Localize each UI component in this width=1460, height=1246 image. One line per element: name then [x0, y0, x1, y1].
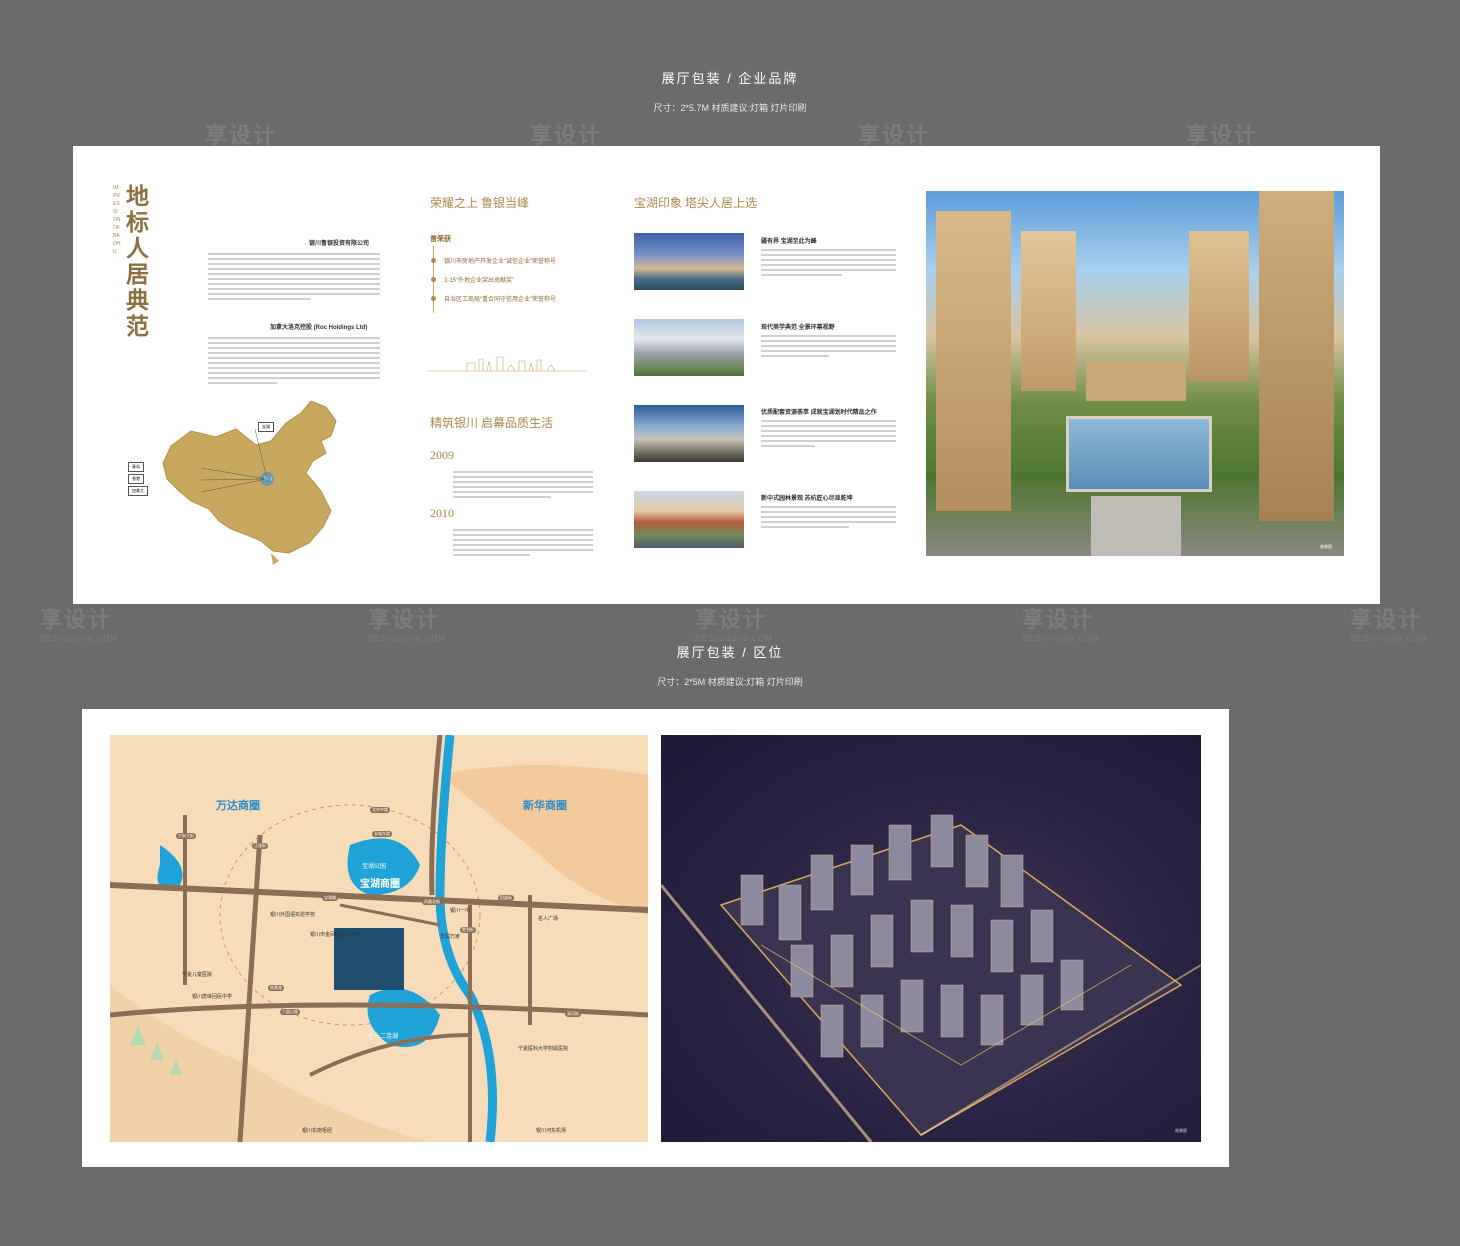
road-label: 民族街 — [498, 895, 514, 901]
impression-heading: 宝湖印象 塔尖人居上选 — [634, 196, 758, 210]
brand-board: 地标人居典范 IMPRESSION OF BAOHU 银川鲁银投资有限公司 加拿… — [73, 146, 1380, 604]
pool — [1066, 416, 1212, 492]
honor-heading: 荣耀之上 鲁银当峰 — [430, 196, 530, 210]
china-map — [162, 401, 337, 565]
section1-title: 展厅包装 / 企业品牌 — [661, 71, 799, 86]
poi-label: 宁夏医科大学附属医院 — [518, 1046, 569, 1052]
section1-spec: 尺寸：2*5.7M 材质建议:灯箱 灯片印刷 — [653, 103, 807, 113]
honor-item: 3·15“外地企业突出贡献奖” — [431, 275, 594, 284]
road-label: 凤凰北街 — [422, 899, 442, 905]
vertical-title: 地标人居典范 — [126, 184, 149, 339]
honor-sub: 曾荣获 — [430, 236, 451, 243]
lake-label: 七十二连湖 — [368, 1034, 399, 1040]
skyline-line-art — [427, 356, 587, 372]
year-2009-paragraph — [453, 468, 593, 501]
poi-label: 银川东南枢纽 — [302, 1128, 333, 1134]
aerial-canvas — [661, 814, 1201, 1142]
poi-label: 银川唐徕回民中学 — [192, 994, 233, 1000]
map-label: 加拿大 — [128, 486, 148, 496]
watermark: 享设计 DESIGN006.COM — [1350, 607, 1428, 643]
section2-header: 展厅包装 / 区位 尺寸：2*5M 材质建议:灯箱 灯片印刷 — [0, 642, 1460, 688]
feature-paragraph — [761, 417, 896, 450]
road-label: 长城东路 — [372, 831, 392, 837]
location-board: 万达商圈 新华商圈 宝湖商圈 宝湖公园 七十二连湖 北京中路 正源街 民族街 宁… — [82, 709, 1229, 1167]
section2-title: 展厅包装 / 区位 — [676, 645, 784, 660]
map-canvas — [110, 735, 648, 1142]
poi-label: 名人广场 — [538, 916, 559, 922]
company2-paragraph — [208, 334, 380, 387]
district-label: 万达商圈 — [216, 800, 260, 812]
feature-title: 疆有界 宝湖至此为峰 — [761, 239, 817, 245]
feature-photo-4 — [634, 491, 744, 548]
map-label: 青岛 — [128, 462, 144, 472]
render-caption: 效果图 — [1320, 544, 1332, 549]
location-map: 万达商圈 新华商圈 宝湖商圈 宝湖公园 七十二连湖 北京中路 正源街 民族街 宁… — [110, 735, 648, 1142]
building-left-2 — [1021, 231, 1076, 391]
park-label: 宝湖公园 — [362, 864, 387, 870]
company1-name: 银川鲁银投资有限公司 — [309, 241, 370, 247]
feature-photo-3 — [634, 405, 744, 462]
feature-title: 现代美学典范 全景环幕视野 — [761, 325, 835, 331]
vertical-en-title: IMPRESSION OF BAOHU — [113, 185, 121, 255]
feature-title: 优质配套资源荟萃 成就宝湖划时代精品之作 — [761, 410, 877, 416]
poi-label: 银川外国语实验学校 — [270, 912, 316, 918]
road-label: 南薰路 — [268, 985, 284, 991]
poi-label: 银川市金凤区第九小学 — [310, 932, 361, 938]
night-aerial-rendering: 效果图 — [661, 735, 1201, 1142]
district-label: 宝湖商圈 — [360, 879, 400, 890]
year-2010-paragraph — [453, 526, 593, 559]
poi-label: 宁夏儿童医院 — [182, 972, 213, 978]
building-left — [936, 211, 1011, 511]
poi-label: 银川河东机场 — [536, 1128, 567, 1134]
road-label: 六盘山路 — [280, 1009, 300, 1015]
feature-title: 新中式园林景观 苏杭匠心尽显乾坤 — [761, 496, 853, 502]
poi-label: 银川一中 — [450, 908, 471, 914]
poi-label: 华润万家 — [440, 934, 461, 940]
road-label: 宝湖路 — [322, 895, 338, 901]
road-label: 宁安大街 — [176, 833, 196, 839]
feature-paragraph — [761, 332, 896, 360]
watermark: 享设计 DESIGN006.COM — [695, 607, 773, 643]
render-caption: 效果图 — [1175, 1128, 1187, 1133]
honor-item: 银川市房地产开发企业“诚信企业”荣誉称号 — [431, 256, 594, 265]
map-label: 银川 — [264, 476, 272, 481]
honor-item: 自治区工商局“重合同守信用企业”荣誉称号 — [431, 294, 594, 303]
map-label: 宝湖 — [258, 422, 274, 432]
map-label: 香港 — [128, 474, 144, 484]
year-2009: 2009 — [430, 448, 454, 462]
watermark: 享设计 DESIGN006.COM — [1022, 607, 1100, 643]
watermark: 享设计 DESIGN006.COM — [40, 607, 118, 643]
road-label: 胜利街 — [460, 927, 476, 933]
plaza — [1091, 496, 1181, 556]
year-2010: 2010 — [430, 506, 454, 520]
honor-list: 银川市房地产开发企业“诚信企业”荣誉称号 3·15“外地企业突出贡献奖” 自治区… — [431, 246, 594, 313]
road-label: 清河街 — [565, 1011, 581, 1017]
section1-header: 展厅包装 / 企业品牌 尺寸：2*5.7M 材质建议:灯箱 灯片印刷 — [0, 68, 1460, 114]
main-rendering: 效果图 — [926, 191, 1344, 556]
feature-photo-1 — [634, 233, 744, 290]
feature-paragraph — [761, 246, 896, 279]
feature-photo-2 — [634, 319, 744, 376]
feature-paragraph — [761, 503, 896, 531]
district-label: 新华商圈 — [523, 800, 567, 812]
company1-paragraph — [208, 250, 380, 303]
section2-spec: 尺寸：2*5M 材质建议:灯箱 灯片印刷 — [657, 677, 803, 687]
road-label: 正源街 — [252, 843, 268, 849]
quality-heading: 精筑银川 启幕品质生活 — [430, 416, 554, 430]
building-right — [1259, 191, 1334, 521]
clubhouse — [1086, 361, 1186, 401]
watermark: 享设计 DESIGN006.COM — [368, 607, 446, 643]
company2-name: 加拿大洛克控股 (Roc Holdings Ltd) — [270, 325, 368, 331]
building-right-2 — [1189, 231, 1249, 381]
road-label: 北京中路 — [370, 807, 390, 813]
